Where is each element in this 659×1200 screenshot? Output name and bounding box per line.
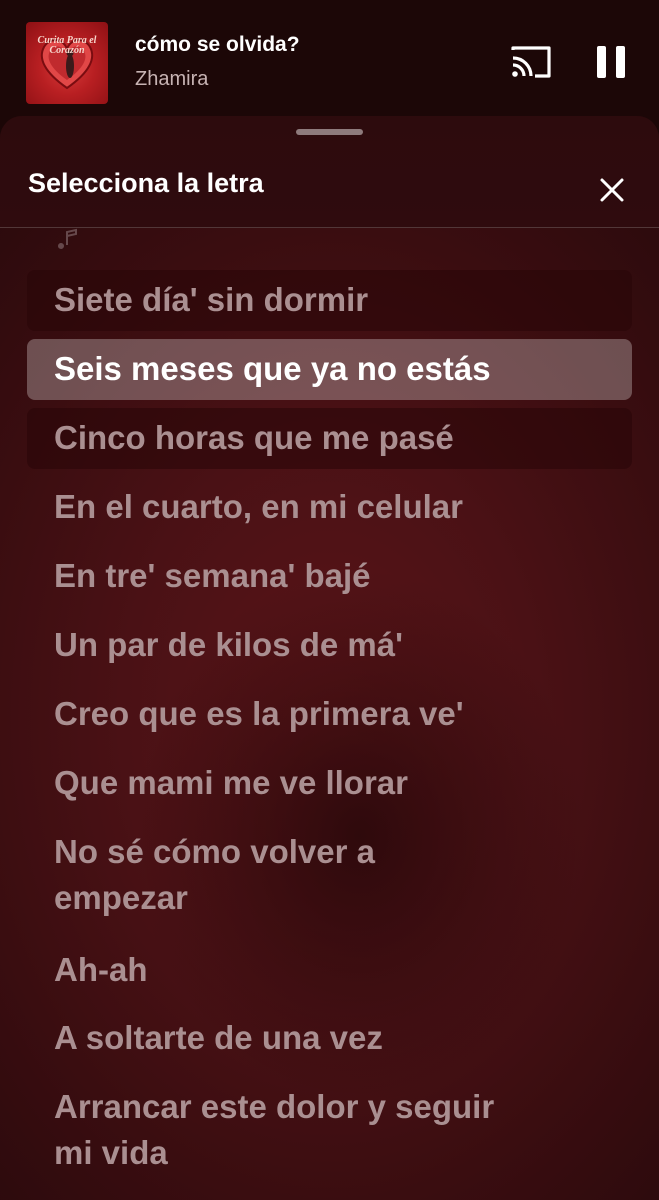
- lyrics-sheet: Selecciona la letra Siete día' sin dormi…: [0, 116, 659, 1200]
- close-icon[interactable]: [594, 172, 630, 208]
- track-title: cómo se olvida?: [135, 33, 300, 56]
- lyric-line-selected[interactable]: Seis meses que ya no estás: [27, 339, 632, 400]
- lyric-line[interactable]: No sé cómo volver a empezar: [27, 829, 467, 921]
- cover-title-text: Curita Para el Corazón: [37, 35, 97, 56]
- sheet-title: Selecciona la letra: [28, 168, 264, 198]
- lyric-line[interactable]: Arrancar este dolor y seguir mi vida: [27, 1084, 497, 1176]
- lyric-line[interactable]: Ah-ah: [27, 947, 632, 993]
- album-cover: Curita Para el Corazón: [26, 22, 108, 104]
- lyric-line[interactable]: Cinco horas que me pasé: [27, 408, 632, 469]
- lyric-line[interactable]: En tre' semana' bajé: [27, 553, 632, 599]
- pause-icon[interactable]: [597, 46, 627, 78]
- music-note-icon: [58, 228, 77, 249]
- lyric-line[interactable]: A soltarte de una vez: [27, 1015, 632, 1061]
- sheet-grabber[interactable]: [296, 129, 363, 135]
- sheet-header: Selecciona la letra: [0, 116, 659, 228]
- lyric-line[interactable]: En el cuarto, en mi celular: [27, 484, 632, 530]
- lyric-line[interactable]: Creo que es la primera ve': [27, 691, 632, 737]
- now-playing-bar[interactable]: Curita Para el Corazón cómo se olvida? Z…: [0, 0, 659, 120]
- lyrics-selection-screen: Curita Para el Corazón cómo se olvida? Z…: [0, 0, 659, 1200]
- cast-icon[interactable]: [509, 44, 553, 80]
- lyric-line[interactable]: Un par de kilos de má': [27, 622, 632, 668]
- lyric-line[interactable]: Que mami me ve llorar: [27, 760, 632, 806]
- track-artist: Zhamira: [135, 68, 209, 90]
- lyric-line[interactable]: Siete día' sin dormir: [27, 270, 632, 331]
